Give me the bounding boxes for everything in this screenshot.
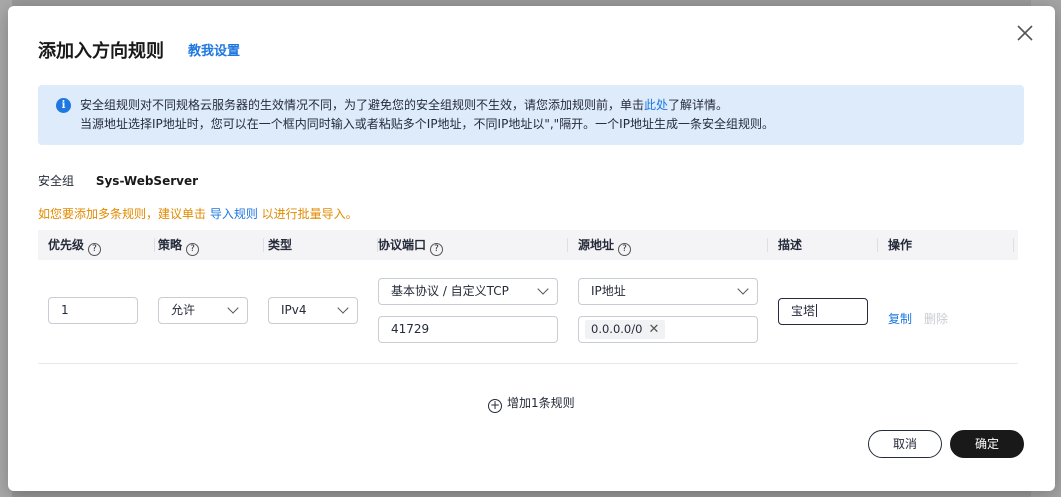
column-divider xyxy=(263,238,264,252)
source-ip-input[interactable]: 0.0.0.0/0 ✕ xyxy=(578,316,758,343)
rules-table-header: 优先级? 策略? 类型 协议端口? 源地址? 描述 操作 xyxy=(38,230,1018,260)
header-type: 类型 xyxy=(268,230,378,260)
column-divider xyxy=(154,238,155,252)
ip-tag-label: 0.0.0.0/0 xyxy=(591,322,643,336)
policy-select-value: 允许 xyxy=(171,303,196,317)
hint-text-suffix: 以进行批量导入。 xyxy=(257,207,358,221)
description-input[interactable]: 宝塔 xyxy=(778,298,868,325)
add-rule-button[interactable]: + 增加1条规则 xyxy=(488,394,575,413)
security-group-value: Sys-WebServer xyxy=(95,174,199,188)
teach-me-link[interactable]: 教我设置 xyxy=(188,40,240,59)
column-divider xyxy=(567,238,568,252)
security-group-row: 安全组 Sys-WebServer xyxy=(38,172,198,189)
header-protocol-port-label: 协议端口 xyxy=(378,238,427,252)
bulk-import-hint: 如您要添加多条规则，建议单击 导入规则 以进行批量导入。 xyxy=(38,205,358,222)
info-notice: i 安全组规则对不同规格云服务器的生效情况不同，为了避免您的安全组规则不生效，请… xyxy=(38,85,1024,145)
header-policy: 策略? xyxy=(158,230,264,260)
help-icon[interactable]: ? xyxy=(186,243,200,256)
header-policy-label: 策略 xyxy=(158,238,183,252)
source-type-select[interactable]: IP地址 xyxy=(578,278,758,305)
description-input-value: 宝塔 xyxy=(791,304,816,318)
header-actions-label: 操作 xyxy=(888,238,913,252)
notice-line-2: 当源地址选择IP地址时，您可以在一个框内同时输入或者粘贴多个IP地址，不同IP地… xyxy=(80,117,774,131)
ip-tag: 0.0.0.0/0 ✕ xyxy=(585,320,666,339)
copy-rule-link[interactable]: 复制 xyxy=(888,310,912,327)
chevron-down-icon xyxy=(737,283,749,295)
port-input[interactable]: 41729 xyxy=(378,316,558,343)
notice-line-1: 安全组规则对不同规格云服务器的生效情况不同，为了避免您的安全组规则不生效，请您添… xyxy=(80,96,1010,115)
dialog-title: 添加入方向规则 xyxy=(38,41,164,62)
import-rules-link[interactable]: 导入规则 xyxy=(210,207,258,221)
protocol-select-value: 基本协议 / 自定义TCP xyxy=(391,284,509,298)
column-divider xyxy=(877,238,878,252)
header-priority: 优先级? xyxy=(48,230,155,260)
header-actions: 操作 xyxy=(888,230,1018,260)
header-source-label: 源地址 xyxy=(578,238,615,252)
type-select-value: IPv4 xyxy=(281,303,307,317)
security-group-label: 安全组 xyxy=(38,174,75,188)
chevron-down-icon xyxy=(537,283,549,295)
protocol-select[interactable]: 基本协议 / 自定义TCP xyxy=(378,278,558,305)
header-protocol-port: 协议端口? xyxy=(378,230,568,260)
source-type-select-value: IP地址 xyxy=(591,284,626,298)
hint-text: 如您要添加多条规则，建议单击 xyxy=(38,207,210,221)
ok-button[interactable]: 确定 xyxy=(950,430,1024,458)
header-source: 源地址? xyxy=(578,230,768,260)
column-divider xyxy=(1013,238,1014,252)
help-icon[interactable]: ? xyxy=(88,243,102,256)
remove-tag-icon[interactable]: ✕ xyxy=(648,322,659,337)
text-caret xyxy=(816,304,818,317)
help-icon[interactable]: ? xyxy=(430,243,444,256)
chevron-down-icon xyxy=(337,302,349,314)
info-icon: i xyxy=(56,98,71,113)
chevron-down-icon xyxy=(227,302,239,314)
column-divider xyxy=(767,238,768,252)
close-icon[interactable] xyxy=(1015,23,1035,43)
notice-text-suffix: 了解详情。 xyxy=(668,98,729,112)
header-type-label: 类型 xyxy=(268,238,293,252)
add-rule-label: 增加1条规则 xyxy=(507,396,575,410)
add-inbound-rule-dialog: 添加入方向规则 教我设置 i 安全组规则对不同规格云服务器的生效情况不同，为了避… xyxy=(8,6,1055,491)
priority-input[interactable]: 1 xyxy=(48,297,138,324)
header-description: 描述 xyxy=(778,230,878,260)
header-priority-label: 优先级 xyxy=(48,238,85,252)
cancel-button[interactable]: 取消 xyxy=(868,430,942,458)
row-divider xyxy=(38,363,1018,364)
help-icon[interactable]: ? xyxy=(618,243,632,256)
header-description-label: 描述 xyxy=(778,238,803,252)
plus-circle-icon: + xyxy=(488,398,502,413)
policy-select[interactable]: 允许 xyxy=(158,297,248,324)
type-select[interactable]: IPv4 xyxy=(268,297,358,324)
delete-rule-link: 删除 xyxy=(924,312,949,326)
notice-text: 安全组规则对不同规格云服务器的生效情况不同，为了避免您的安全组规则不生效，请您添… xyxy=(80,98,645,112)
details-link[interactable]: 此处 xyxy=(644,98,668,112)
